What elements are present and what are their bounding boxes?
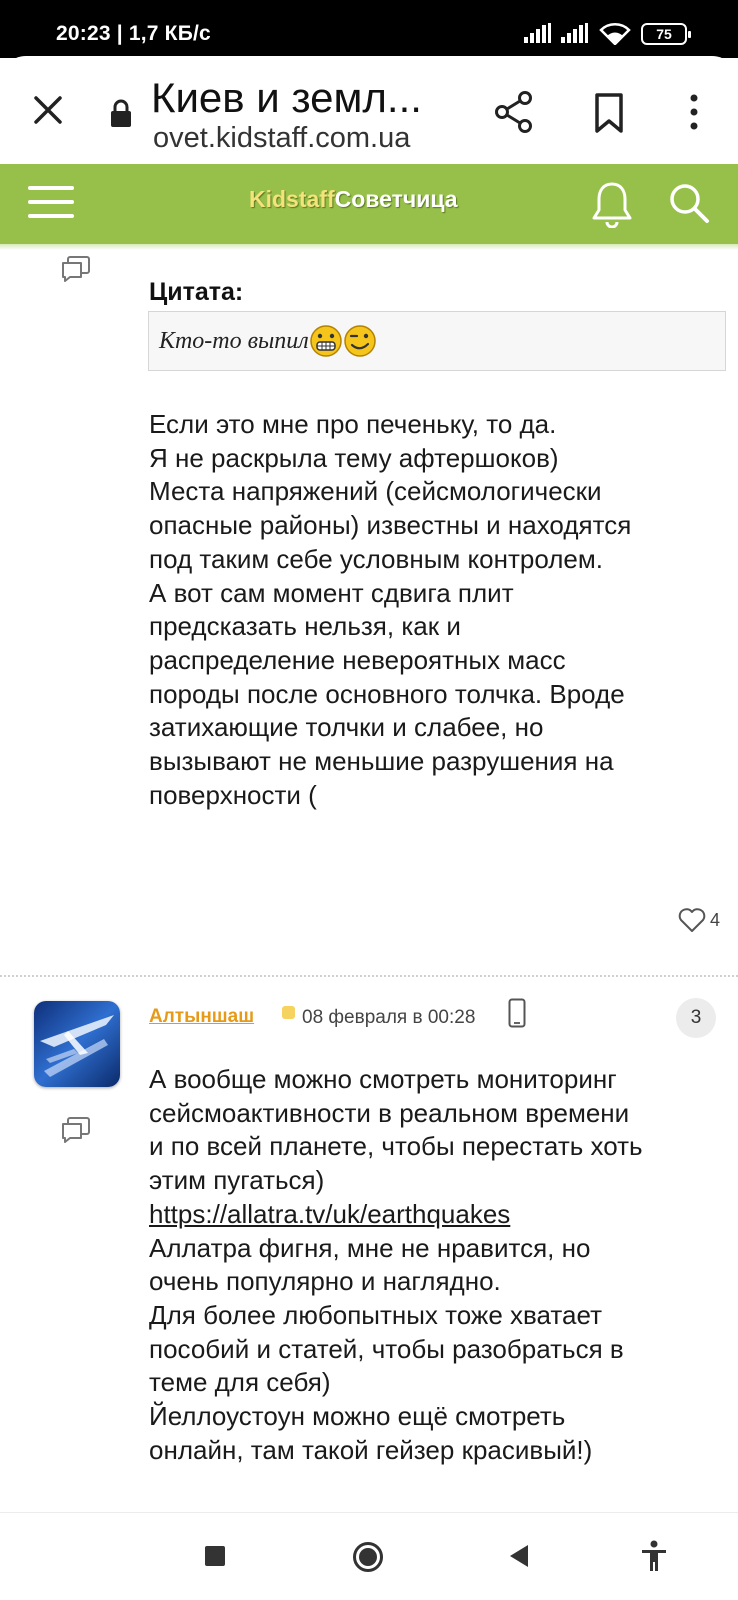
heart-icon [678,908,706,932]
like-button[interactable]: 4 [678,906,720,934]
status-time: 20:23 | 1,7 КБ/с [56,22,211,45]
earthquakes-link[interactable]: https://allatra.tv/uk/earthquakes [149,1199,510,1229]
battery-level: 75 [656,26,672,42]
notifications-bell-icon[interactable] [591,180,633,228]
search-icon[interactable] [668,182,710,224]
like-count: 4 [710,909,721,930]
post-text-line: онлайн, там такой гейзер красивый!) [149,1434,593,1465]
post-text-line: Места напряжений (сейсмологически [149,476,602,507]
post-text-line: Аллатра фигня, мне не нравится, но [149,1232,591,1263]
post-body: Если это мне про печеньку, то да. Я не ра… [149,408,729,812]
post-link-line: https://allatra.tv/uk/earthquakes [149,1198,729,1232]
lock-icon [111,99,131,127]
wifi-icon [599,23,631,45]
logo-sovetchica: Советчица [334,186,458,212]
site-logo[interactable]: KidstaffСоветчица [249,186,458,213]
author-name[interactable]: Алтыншаш [149,1006,254,1028]
site-header: KidstaffСоветчица [0,164,738,250]
wink-smiley-icon [343,325,376,357]
post-text-line: пособий и статей, чтобы разобраться в [149,1333,624,1364]
browser-toolbar: Киев и земл... ovet.kidstaff.com.ua [0,56,738,164]
post-text-line: поверхности ( [149,779,317,810]
mobile-phone-icon [508,998,526,1028]
quote-label: Цитата: [149,278,244,306]
more-options-icon[interactable] [682,90,706,134]
system-navigation-bar [0,1512,738,1600]
post-text-line: распределение невероятных масс [149,644,566,675]
post-text-line: А вообще можно смотреть мониторинг [149,1064,617,1094]
post-text-line: под таким себе условным контролем. [149,543,603,574]
menu-icon[interactable] [28,184,74,220]
recent-apps-icon[interactable] [204,1545,226,1567]
post-text-line: Йеллоустоун можно ещё смотреть [149,1401,566,1432]
post-text-line: Если это мне про печеньку, то да. [149,409,557,439]
avatar-image [34,1001,120,1087]
post-number-badge[interactable]: 3 [676,998,716,1038]
tab-title[interactable]: Киев и земл... [151,74,422,122]
post-text-line: затихающие толчки и слабее, но [149,712,544,743]
post-text-line: очень популярно и наглядно. [149,1266,501,1297]
signal-icon [524,23,551,43]
status-bar: 20:23 | 1,7 КБ/с 75 [0,0,738,58]
logo-kidstaff: Kidstaff [249,186,335,212]
share-icon[interactable] [494,90,534,134]
back-icon[interactable] [508,1543,530,1569]
post-text-line: А вот сам момент сдвига плит [149,577,514,608]
post-text-line: этим пугаться) [149,1165,325,1196]
post-divider [0,975,738,977]
battery-icon: 75 [641,23,691,45]
avatar[interactable] [34,1001,120,1087]
url-text[interactable]: ovet.kidstaff.com.ua [153,122,410,155]
bookmark-icon[interactable] [592,92,626,134]
post-text-line: теме для себя) [149,1367,331,1398]
post-text-line: предсказать нельзя, как и [149,611,461,642]
quote-reply-icon[interactable] [61,256,91,282]
post-text-line: сейсмоактивности в реальном времени [149,1097,630,1128]
screen: 20:23 | 1,7 КБ/с 75 Киев и земл... ovet.… [0,0,738,1600]
home-icon[interactable] [352,1541,384,1573]
post-text-line: Я не раскрыла тему афтершоков) [149,442,559,473]
post-body: А вообще можно смотреть мониторинг сейсмо… [149,1063,729,1467]
post-text-line: породы после основного толчка. Вроде [149,678,625,709]
quote-text: Кто-то выпил [159,327,309,354]
quote-reply-icon[interactable] [61,1117,91,1143]
online-status-icon [282,1006,295,1019]
accessibility-icon[interactable] [640,1540,668,1572]
signal-icon [561,23,588,43]
post-text-line: и по всей планете, чтобы перестать хоть [149,1131,643,1162]
close-icon[interactable] [30,92,66,128]
post-date: 08 февраля в 00:28 [302,1007,476,1028]
post-text-line: опасные районы) известны и находятся [149,510,632,541]
quote-block: Кто-то выпил [148,311,726,371]
grin-smiley-icon [309,325,342,357]
post-text-line: Для более любопытных тоже хватает [149,1299,602,1330]
post-text-line: вызывают не меньшие разрушения на [149,746,614,777]
